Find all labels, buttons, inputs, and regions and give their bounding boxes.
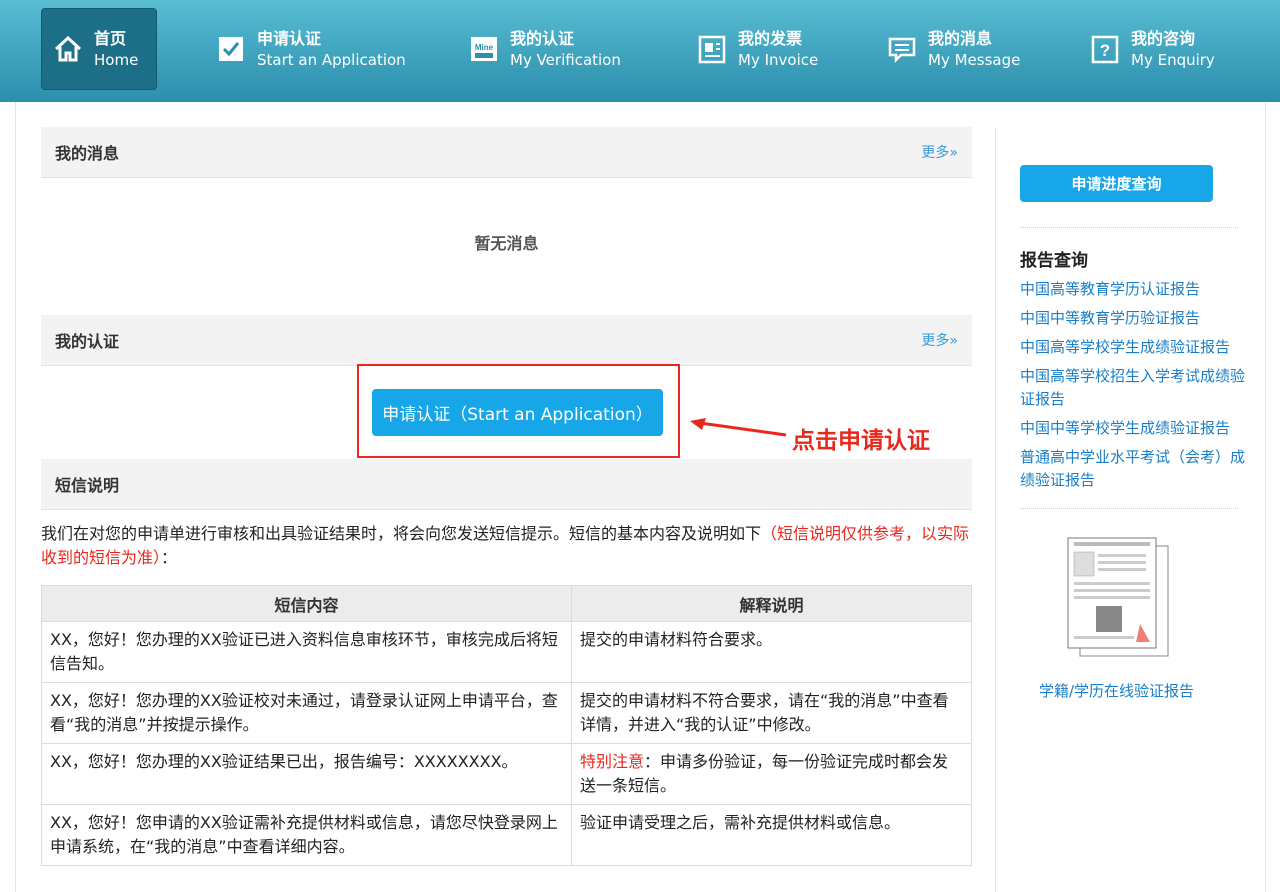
report-document-thumbnail[interactable]: [1066, 536, 1170, 658]
note-text: 提交的申请材料符合要求。: [580, 630, 773, 649]
nav-start-application[interactable]: 申请认证 Start an Application: [215, 8, 406, 90]
nav-home[interactable]: 首页 Home: [41, 8, 157, 90]
nav-my-message-en: My Message: [928, 50, 1021, 69]
messages-empty-text: 暂无消息: [474, 234, 539, 253]
sms-title: 短信说明: [55, 476, 120, 495]
nav-my-invoice-en: My Invoice: [738, 50, 819, 69]
frame-border-left: [15, 102, 16, 892]
table-row: XX，您好！您办理的XX验证已进入资料信息审核环节，审核完成后将短信告知。 提交…: [41, 621, 972, 683]
report-link[interactable]: 中国高等教育学历认证报告: [1020, 278, 1245, 301]
nav-start-application-zh: 申请认证: [257, 29, 322, 49]
message-icon: [886, 33, 918, 65]
report-link[interactable]: 中国高等学校学生成绩验证报告: [1020, 336, 1245, 359]
nav-my-verification[interactable]: Mine 我的认证 My Verification: [468, 8, 621, 90]
verification-title: 我的认证: [55, 332, 120, 351]
messages-title: 我的消息: [55, 144, 120, 163]
sms-description: 我们在对您的申请单进行审核和出具验证结果时，将会向您发送短信提示。短信的基本内容…: [41, 522, 976, 570]
table-cell-note: 提交的申请材料符合要求。: [571, 621, 972, 683]
table-cell-content: XX，您好！您申请的XX验证需补充提供材料或信息，请您尽快登录网上申请系统，在“…: [41, 804, 572, 866]
note-text: 提交的申请材料不符合要求，请在“我的消息”中查看详情，并进入“我的认证”中修改。: [580, 691, 949, 734]
table-cell-note: 特别注意：申请多份验证，每一份验证完成时都会发送一条短信。: [571, 743, 972, 805]
table-header-row: 短信内容 解释说明: [41, 585, 972, 622]
progress-query-button[interactable]: 申请进度查询: [1020, 165, 1213, 202]
table-cell-note: 验证申请受理之后，需补充提供材料或信息。: [571, 804, 972, 866]
annotation-arrow-icon: [690, 418, 787, 437]
svg-text:Mine: Mine: [475, 43, 494, 52]
svg-text:?: ?: [1100, 41, 1110, 60]
table-row: XX，您好！您办理的XX验证校对未通过，请登录认证网上申请平台，查看“我的消息”…: [41, 682, 972, 744]
note-text: 验证申请受理之后，需补充提供材料或信息。: [580, 813, 901, 832]
report-query-title: 报告查询: [1020, 251, 1088, 271]
online-verification-report-link[interactable]: 学籍/学历在线验证报告: [1020, 680, 1213, 701]
top-nav: 首页 Home 申请认证 Start an Application Mine 我…: [0, 0, 1280, 102]
nav-home-en: Home: [94, 50, 139, 69]
nav-my-enquiry-zh: 我的咨询: [1131, 29, 1196, 49]
messages-more-link[interactable]: 更多»: [921, 142, 958, 162]
report-link[interactable]: 中国中等教育学历验证报告: [1020, 307, 1245, 330]
nav-my-verification-zh: 我的认证: [510, 29, 575, 49]
sms-table: 短信内容 解释说明 XX，您好！您办理的XX验证已进入资料信息审核环节，审核完成…: [41, 585, 972, 866]
sms-header: 短信说明: [41, 459, 972, 510]
nav-home-zh: 首页: [94, 29, 127, 49]
checkbox-icon: [215, 33, 247, 65]
verification-more-link[interactable]: 更多»: [921, 330, 958, 350]
col-header-note: 解释说明: [571, 585, 972, 622]
verification-header: 我的认证 更多»: [41, 315, 972, 366]
table-cell-note: 提交的申请材料不符合要求，请在“我的消息”中查看详情，并进入“我的认证”中修改。: [571, 682, 972, 744]
invoice-icon: [696, 33, 728, 65]
frame-border-right: [1265, 102, 1266, 892]
messages-header: 我的消息 更多»: [41, 127, 972, 178]
table-cell-content: XX，您好！您办理的XX验证结果已出，报告编号：XXXXXXXX。: [41, 743, 572, 805]
sidebar-separator: [1020, 227, 1238, 228]
table-cell-content: XX，您好！您办理的XX验证已进入资料信息审核环节，审核完成后将短信告知。: [41, 621, 572, 683]
question-icon: ?: [1089, 33, 1121, 65]
nav-start-application-en: Start an Application: [257, 50, 406, 69]
nav-my-verification-en: My Verification: [510, 50, 621, 69]
apply-button[interactable]: 申请认证（Start an Application）: [372, 389, 663, 436]
sms-desc-main: 我们在对您的申请单进行审核和出具验证结果时，将会向您发送短信提示。短信的基本内容…: [41, 524, 762, 543]
table-row: XX，您好！您申请的XX验证需补充提供材料或信息，请您尽快登录网上申请系统，在“…: [41, 804, 972, 866]
nav-my-message[interactable]: 我的消息 My Message: [886, 8, 1020, 90]
table-cell-content: XX，您好！您办理的XX验证校对未通过，请登录认证网上申请平台，查看“我的消息”…: [41, 682, 572, 744]
nav-my-enquiry[interactable]: ? 我的咨询 My Enquiry: [1089, 8, 1215, 90]
nav-my-invoice-zh: 我的发票: [738, 29, 803, 49]
report-links-list: 中国高等教育学历认证报告 中国中等教育学历验证报告 中国高等学校学生成绩验证报告…: [1020, 278, 1245, 498]
sms-desc-end: ：: [161, 548, 178, 567]
report-link[interactable]: 中国中等学校学生成绩验证报告: [1020, 417, 1245, 440]
home-icon: [52, 33, 84, 65]
sidebar-divider: [995, 127, 996, 892]
nav-my-enquiry-en: My Enquiry: [1131, 50, 1215, 69]
report-link[interactable]: 普通高中学业水平考试（会考）成绩验证报告: [1020, 446, 1245, 492]
mine-icon: Mine: [468, 33, 500, 65]
report-link[interactable]: 中国高等学校招生入学考试成绩验证报告: [1020, 365, 1245, 411]
nav-my-message-zh: 我的消息: [928, 29, 993, 49]
nav-my-invoice[interactable]: 我的发票 My Invoice: [696, 8, 818, 90]
table-row: XX，您好！您办理的XX验证结果已出，报告编号：XXXXXXXX。 特别注意：申…: [41, 743, 972, 805]
col-header-content: 短信内容: [41, 585, 572, 622]
annotation-text: 点击申请认证: [792, 428, 930, 454]
special-note-label: 特别注意: [580, 752, 645, 771]
sidebar-separator: [1020, 508, 1238, 509]
